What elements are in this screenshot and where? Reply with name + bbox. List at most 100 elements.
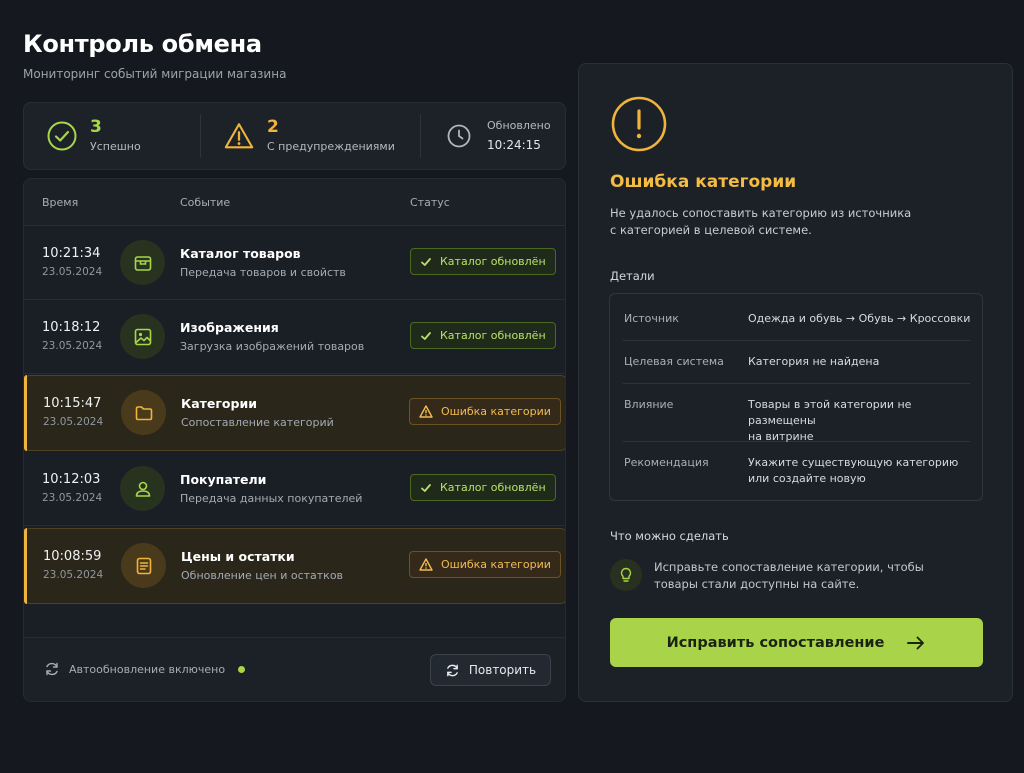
details-value: Категория не найдена <box>748 355 880 368</box>
fix-mapping-label: Исправить сопоставление <box>666 634 885 651</box>
row-subtitle: Передача товаров и свойств <box>180 266 346 279</box>
user-icon <box>120 466 165 511</box>
stat-warnings: 2 С предупреждениями <box>200 114 420 158</box>
retry-button[interactable]: Повторить <box>430 654 551 686</box>
details-key: Источник <box>624 312 679 325</box>
status-badge: Ошибка категории <box>409 551 561 578</box>
table-row[interactable]: 10:18:12 23.05.2024 Изображения Загрузка… <box>24 300 565 374</box>
details-value-line: или создайте новую <box>748 472 866 485</box>
error-title: Ошибка категории <box>610 172 797 192</box>
row-date: 23.05.2024 <box>42 492 103 504</box>
check-circle-icon <box>46 120 78 152</box>
check-icon <box>421 483 431 492</box>
details-value: Товары в этой категории не размещены на … <box>748 397 978 445</box>
error-description: Не удалось сопоставить категорию из исто… <box>610 205 930 239</box>
retry-label: Повторить <box>468 663 537 677</box>
folder-icon <box>121 390 166 435</box>
details-heading: Детали <box>610 269 655 283</box>
success-label: Успешно <box>90 140 141 153</box>
box-icon <box>120 240 165 285</box>
stats-bar: 3 Успешно 2 С предупреждениями Обновлено… <box>23 102 566 170</box>
exclamation-circle-icon <box>610 95 668 157</box>
row-title: Каталог товаров <box>180 246 301 261</box>
page-title: Контроль обмена <box>23 30 262 58</box>
status-text: Каталог обновлён <box>440 255 546 268</box>
warning-icon <box>419 405 433 418</box>
status-text: Каталог обновлён <box>440 481 546 494</box>
refresh-icon <box>446 664 458 676</box>
table-header: Время Событие Статус <box>24 179 565 226</box>
status-badge: Каталог обновлён <box>410 248 556 275</box>
tip-text: Исправьте сопоставление категории, чтобы… <box>654 559 944 593</box>
row-title: Изображения <box>180 320 279 335</box>
events-table: Время Событие Статус 10:21:34 23.05.2024… <box>23 178 566 702</box>
row-title: Покупатели <box>180 472 267 487</box>
check-icon <box>421 331 431 340</box>
column-event: Событие <box>180 196 231 209</box>
updated-label: Обновлено <box>487 119 551 132</box>
row-date: 23.05.2024 <box>42 340 103 352</box>
details-value: Укажите существующую категорию или созда… <box>748 455 978 487</box>
refresh-icon <box>46 662 58 676</box>
details-value-line: Товары в этой категории не размещены <box>748 398 912 427</box>
success-count: 3 <box>90 117 102 137</box>
autorefresh-indicator: Автообновление включено <box>44 661 246 677</box>
details-key: Целевая система <box>624 355 724 368</box>
details-row: Источник Одежда и обувь → Обувь → Кроссо… <box>623 294 970 341</box>
status-text: Каталог обновлён <box>440 329 546 342</box>
actions-heading: Что можно сделать <box>610 529 729 543</box>
row-time: 10:15:47 <box>43 396 102 411</box>
row-subtitle: Передача данных покупателей <box>180 492 363 505</box>
details-value-line: Укажите существующую категорию <box>748 456 959 469</box>
details-key: Рекомендация <box>624 456 709 469</box>
table-row[interactable]: 10:08:59 23.05.2024 Цены и остатки Обнов… <box>24 528 565 604</box>
details-row: Рекомендация Укажите существующую катего… <box>623 442 970 500</box>
row-date: 23.05.2024 <box>43 416 104 428</box>
warning-triangle-icon <box>223 120 255 152</box>
details-key: Влияние <box>624 398 674 411</box>
warnings-count: 2 <box>267 117 279 137</box>
column-time: Время <box>42 196 79 209</box>
details-row: Влияние Товары в этой категории не разме… <box>623 384 970 443</box>
lightbulb-icon <box>610 559 642 591</box>
row-title: Цены и остатки <box>181 549 295 564</box>
fix-mapping-button[interactable]: Исправить сопоставление <box>610 618 983 667</box>
details-value: Одежда и обувь → Обувь → Кроссовки <box>748 312 971 325</box>
tip-text-line: Исправьте сопоставление категории, чтобы <box>654 560 924 574</box>
details-table: Источник Одежда и обувь → Обувь → Кроссо… <box>609 293 983 501</box>
page-subtitle: Мониторинг событий миграции магазина <box>23 67 287 81</box>
row-date: 23.05.2024 <box>42 266 103 278</box>
error-text-line: Не удалось сопоставить категорию из исто… <box>610 206 912 220</box>
tip-text-line: товары стали доступны на сайте. <box>654 577 860 591</box>
image-icon <box>120 314 165 359</box>
status-badge: Ошибка категории <box>409 398 561 425</box>
row-time: 10:18:12 <box>42 320 101 335</box>
table-row[interactable]: 10:12:03 23.05.2024 Покупатели Передача … <box>24 452 565 526</box>
warnings-label: С предупреждениями <box>267 140 395 153</box>
autorefresh-label: Автообновление включено <box>69 662 226 676</box>
row-time: 10:21:34 <box>42 246 101 261</box>
row-date: 23.05.2024 <box>43 569 104 581</box>
row-time: 10:08:59 <box>43 549 102 564</box>
document-icon <box>121 543 166 588</box>
row-subtitle: Сопоставление категорий <box>181 416 334 429</box>
status-badge: Каталог обновлён <box>410 474 556 501</box>
details-row: Целевая система Категория не найдена <box>623 341 970 384</box>
row-title: Категории <box>181 396 257 411</box>
warning-icon <box>419 558 433 571</box>
check-icon <box>421 257 431 266</box>
row-subtitle: Обновление цен и остатков <box>181 569 344 582</box>
arrow-right-icon <box>907 636 925 649</box>
table-row[interactable]: 10:21:34 23.05.2024 Каталог товаров Пере… <box>24 226 565 300</box>
error-text-line: с категорией в целевой системе. <box>610 223 812 237</box>
status-text: Ошибка категории <box>441 558 551 571</box>
detail-panel: Ошибка категории Не удалось сопоставить … <box>578 63 1013 702</box>
table-row-selected[interactable]: 10:15:47 23.05.2024 Категории Сопоставле… <box>24 375 565 451</box>
status-badge: Каталог обновлён <box>410 322 556 349</box>
status-dot <box>238 665 246 673</box>
stat-success: 3 Успешно <box>24 103 200 169</box>
row-time: 10:12:03 <box>42 472 101 487</box>
clock-icon <box>443 120 475 152</box>
table-footer: Автообновление включено Повторить <box>24 637 565 701</box>
column-status: Статус <box>410 196 450 209</box>
